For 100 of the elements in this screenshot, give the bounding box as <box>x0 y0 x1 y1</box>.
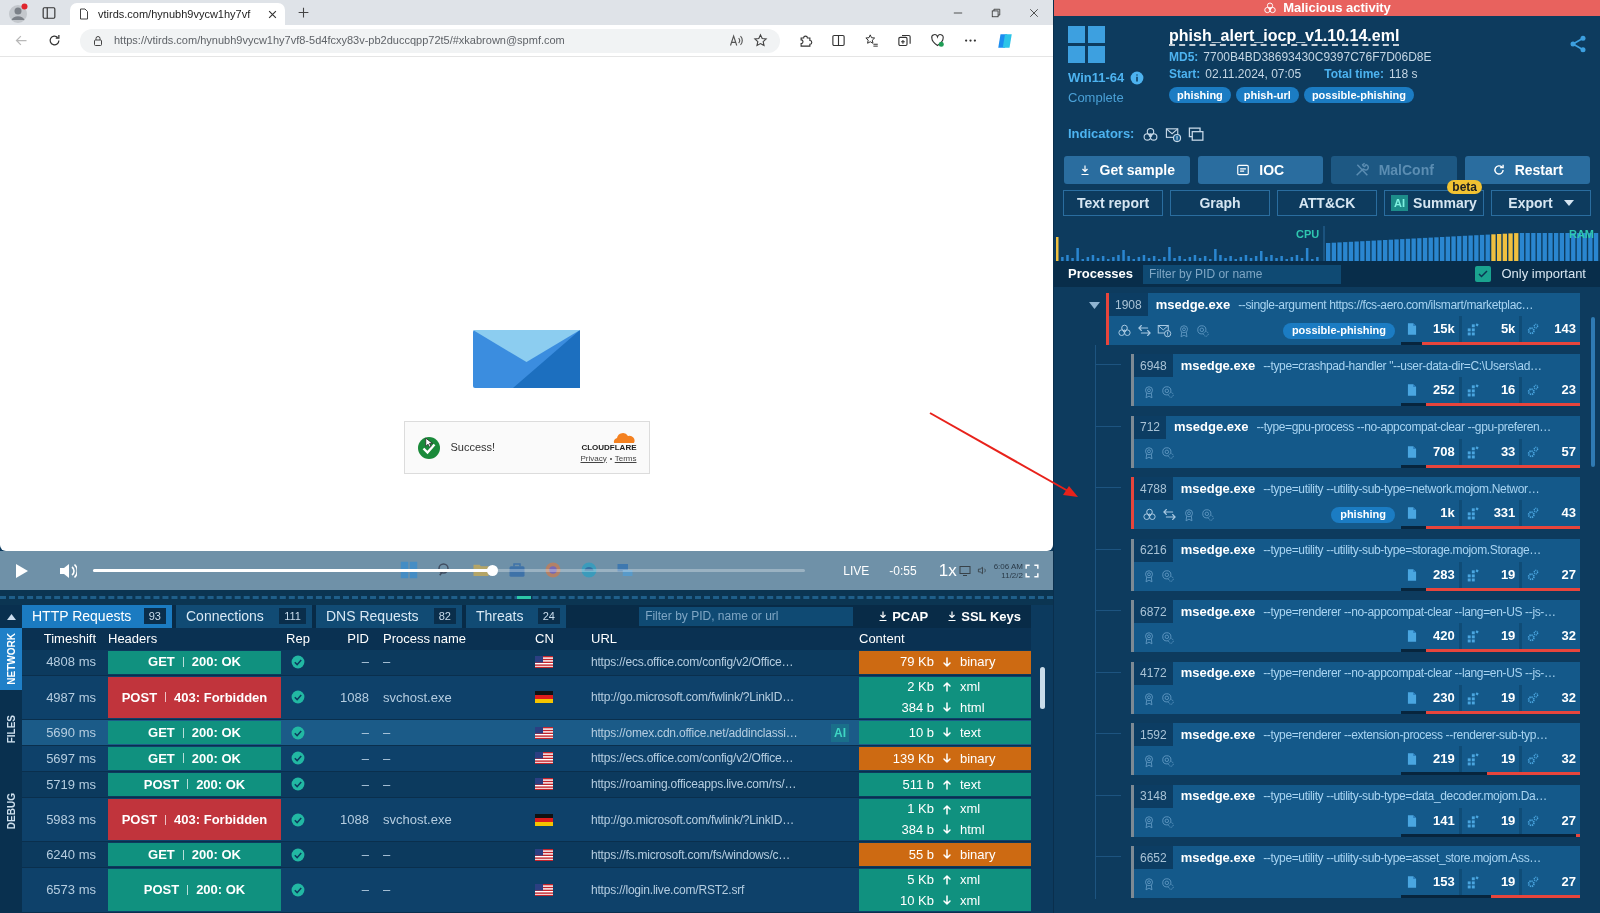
view-button[interactable]: AI Summary <box>1384 190 1484 216</box>
award-icon <box>1142 569 1156 583</box>
table-cell-text: – <box>361 846 369 865</box>
sidebar-panel-icon[interactable] <box>42 5 56 20</box>
volume-icon[interactable] <box>59 562 77 579</box>
stat-count: 19 <box>1500 627 1516 646</box>
process-card[interactable]: 6872 msedge.exe --type=renderer --no-appcompat-clear --lang=en-US --js-… 420 19 32 <box>1131 600 1580 652</box>
action-button[interactable]: IOC <box>1197 156 1323 184</box>
process-card[interactable]: 6216 msedge.exe --type=utility --utility-sub-type=storage.mojom.Storage… 283 19 27 <box>1131 538 1580 591</box>
side-tab[interactable]: DEBUG <box>0 780 22 842</box>
tab[interactable]: DNS Requests 82 <box>316 605 462 628</box>
view-button[interactable]: Export <box>1491 190 1591 216</box>
process-card[interactable]: 4788 msedge.exe --type=utility --utility-sub-type=network.mojom.Networ… phishing 1k 331 43 <box>1131 477 1580 529</box>
table-row[interactable]: 5697 ms GET 200: OK – – https://ecs.office.com/config/v2/Office… 139 Kb binary <box>22 746 1031 772</box>
table-cell-text: svchost.exe <box>383 688 452 707</box>
close-icon[interactable] <box>268 9 277 19</box>
scrollbar-thumb[interactable] <box>1039 667 1045 709</box>
process-card[interactable]: 6652 msedge.exe --type=utility --utility-sub-type=asset_store.mojom.Ass… 153 19 27 <box>1131 846 1580 898</box>
profile-icon[interactable] <box>8 2 28 23</box>
table-cell-text: 5719 ms <box>46 775 96 794</box>
table-row[interactable]: 6240 ms GET 200: OK – – https://fs.microsoft.com/fs/windows/c… 55 b binary <box>22 842 1031 869</box>
process-filter-field[interactable]: Filter by PID or name <box>1143 264 1342 284</box>
stat-count: 57 <box>1561 442 1576 461</box>
plus-icon[interactable] <box>297 6 310 19</box>
slider-thumb[interactable] <box>486 565 498 576</box>
column-header: PID <box>347 630 369 648</box>
count-badge: 24 <box>537 608 560 625</box>
pid-label: 712 <box>1134 415 1167 439</box>
refresh-icon[interactable] <box>47 33 62 48</box>
content-type: xml <box>960 800 981 819</box>
tab[interactable]: Threats 24 <box>466 605 566 628</box>
browser-tab[interactable]: vtirds.com/hynubh9vycw1hy7vf <box>70 3 285 25</box>
split-screen-icon[interactable] <box>831 33 846 48</box>
heart-pulse-icon[interactable] <box>930 33 945 48</box>
process-card[interactable]: 1908 msedge.exe --single-argument https://fcs-aero.com/ilsmart/marketplac… possible-phishing 15k 5k 143 <box>1106 293 1580 345</box>
tab[interactable]: HTTP Requests 93 <box>22 605 172 628</box>
checkbox[interactable] <box>1475 266 1492 282</box>
blocks-icon <box>1465 752 1480 766</box>
view-button[interactable]: ATT&CK <box>1277 190 1377 216</box>
side-tab[interactable]: FILES <box>0 700 22 758</box>
view-button[interactable]: Text report <box>1063 190 1163 216</box>
side-tab[interactable]: NETWORK <box>0 628 22 690</box>
table-row[interactable]: 6573 ms POST 200: OK – – https://login.live.com/RST2.srf 5 Kb xml 10 Kb xml <box>22 868 1031 913</box>
status-tag: GET 200: OK <box>108 843 281 867</box>
star-icon[interactable] <box>753 33 768 48</box>
caret-down-icon[interactable] <box>1089 302 1100 309</box>
chart-label: CPU <box>1296 227 1320 242</box>
action-button[interactable]: Get sample <box>1064 156 1190 184</box>
view-button[interactable]: Graph <box>1170 190 1270 216</box>
blocks-icon <box>1465 322 1480 336</box>
process-card[interactable]: 3148 msedge.exe --type=utility --utility-sub-type=data_decoder.mojom.Da… 141 19 27 <box>1131 784 1580 837</box>
pid-label: 6216 <box>1134 538 1173 562</box>
info-icon[interactable] <box>1130 70 1145 85</box>
stat-count: 143 <box>1554 320 1576 339</box>
stat-count: 32 <box>1561 627 1576 646</box>
seek-slider[interactable] <box>93 564 805 577</box>
content-size: 384 b <box>901 699 934 718</box>
award-icon <box>1177 323 1191 338</box>
table-row[interactable]: 5690 ms GET 200: OK – – https://omex.cdn.office.net/addinclassi… AI 10 b text <box>22 720 1031 747</box>
download-button[interactable]: PCAP <box>877 606 929 627</box>
pid-label: 6948 <box>1134 354 1173 377</box>
table-cell-text: 5690 ms <box>46 723 96 742</box>
collections-icon[interactable] <box>897 33 912 48</box>
process-card[interactable]: 4172 msedge.exe --type=renderer --no-appcompat-clear --lang=en-US --js-… 230 19 32 <box>1131 661 1580 714</box>
check-icon <box>291 690 305 705</box>
stat-count: 230 <box>1432 688 1455 707</box>
restore-icon[interactable] <box>991 7 1001 18</box>
link[interactable]: Privacy <box>580 452 607 465</box>
biohazard-icon <box>1142 125 1160 143</box>
url-cell-text: http://go.microsoft.com/fwlink/?LinkID… <box>591 689 794 707</box>
scrollbar-thumb[interactable] <box>1591 317 1595 467</box>
stat-count: 23 <box>1561 381 1576 400</box>
copilot-icon[interactable] <box>996 31 1014 50</box>
status-tag: POST 403: Forbidden <box>108 798 281 841</box>
play-icon[interactable] <box>15 562 29 579</box>
browser-icon <box>580 561 598 579</box>
check-icon <box>291 655 305 670</box>
tag: phishing <box>1331 506 1395 523</box>
table-row[interactable]: 4808 ms GET 200: OK – – https://ecs.office.com/config/v2/Office… 79 Kb binary <box>22 649 1031 676</box>
filter-field[interactable]: Filter by PID, name or url <box>639 607 854 626</box>
stat-count: 43 <box>1561 504 1576 523</box>
download-button[interactable]: SSL Keys <box>946 606 1021 627</box>
file-name[interactable]: phish_alert_iocp_v1.10.14.eml <box>1169 26 1568 46</box>
fullscreen-icon[interactable] <box>1025 563 1039 578</box>
process-card[interactable]: 6948 msedge.exe --type=crashpad-handler "--user-data-dir=C:\Users\ad… 252 16 23 <box>1131 354 1580 406</box>
process-card[interactable]: 1592 msedge.exe --type=renderer --extension-process --renderer-sub-typ… 219 19 32 <box>1131 723 1580 775</box>
share-icon[interactable] <box>1568 34 1588 54</box>
link[interactable]: Terms <box>614 452 637 465</box>
table-row[interactable]: 5719 ms POST 200: OK – – https://roaming.officeapps.live.com/rs/… 511 b text <box>22 771 1031 798</box>
stat-count: 33 <box>1500 442 1516 461</box>
process-card[interactable]: 712 msedge.exe --type=gpu-process --no-appcompat-clear --gpu-preferen… 708 33 57 <box>1131 415 1580 468</box>
process-name: msedge.exe <box>1180 664 1256 683</box>
globe-icon <box>544 561 562 579</box>
sound-wave-icon[interactable] <box>728 33 743 48</box>
favorites-icon[interactable] <box>864 33 879 48</box>
check-icon <box>291 812 305 827</box>
close-icon[interactable] <box>1029 7 1039 18</box>
tab[interactable]: Connections 111 <box>176 605 312 628</box>
puzzle-icon[interactable] <box>798 33 813 48</box>
address-bar[interactable]: https://vtirds.com/hynubh9vycw1hy7vf8-5d4fcxy83v-pb2duccqpp72t5/#xkabrown@spmf.com <box>80 28 780 53</box>
